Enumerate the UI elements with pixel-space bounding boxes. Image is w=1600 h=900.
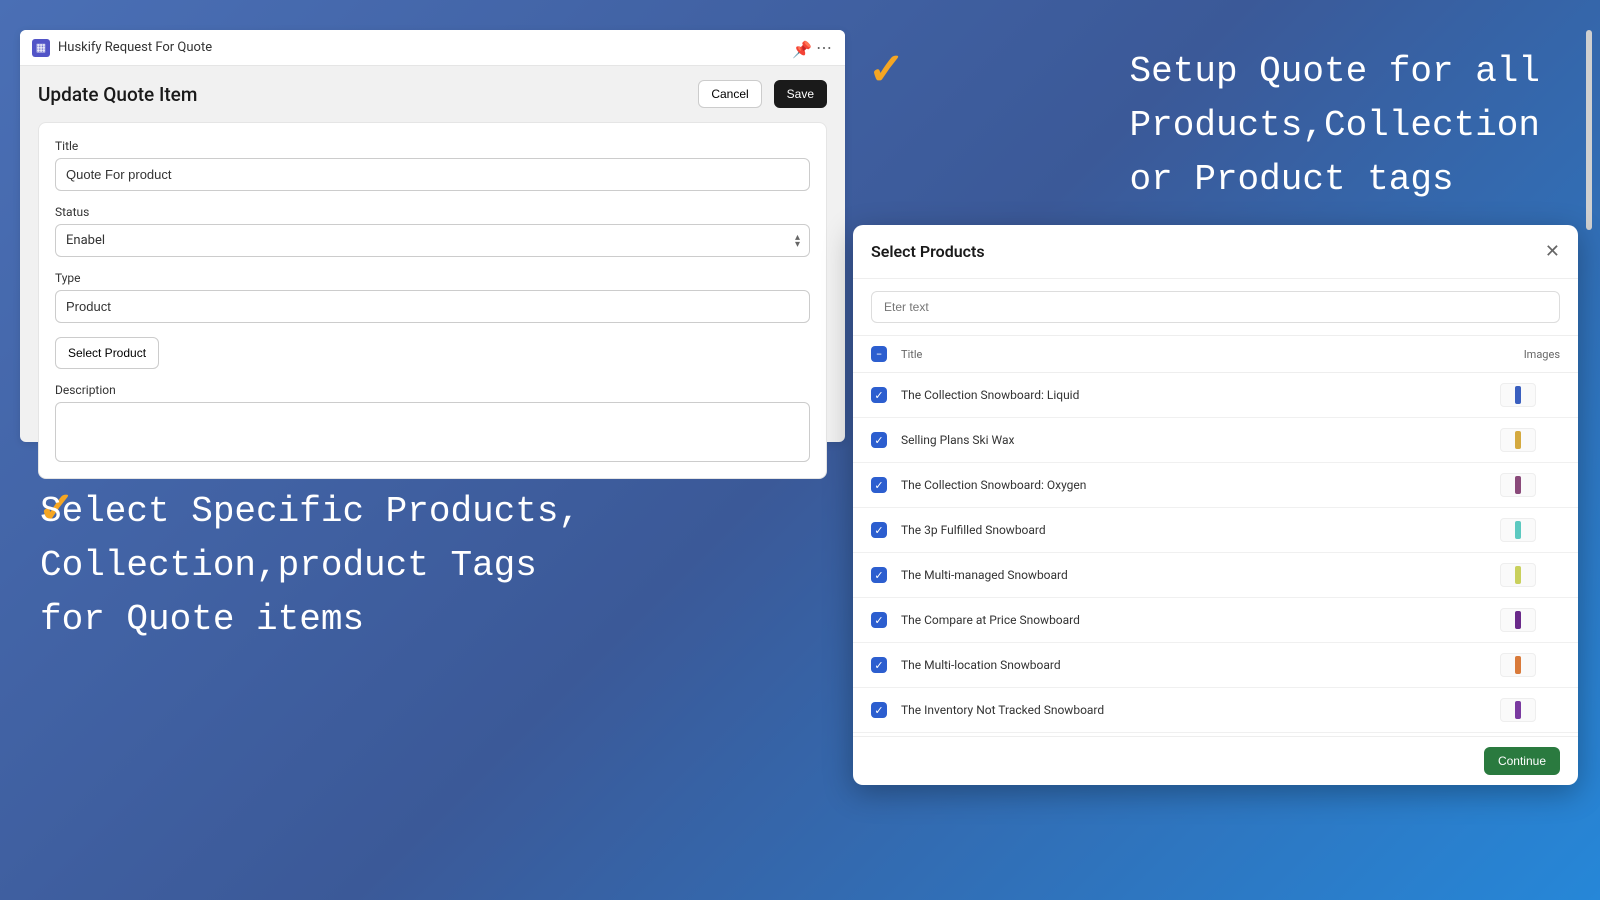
pin-icon[interactable]: 📌 bbox=[792, 40, 808, 56]
title-input[interactable] bbox=[55, 158, 810, 191]
table-row[interactable]: ✓ Selling Plans Ski Wax bbox=[853, 418, 1578, 463]
select-product-button[interactable]: Select Product bbox=[55, 337, 159, 369]
row-checkbox[interactable]: ✓ bbox=[871, 522, 887, 538]
status-label: Status bbox=[55, 205, 810, 219]
admin-panel: ▦ Huskify Request For Quote 📌 ⋯ Update Q… bbox=[20, 30, 845, 442]
callout-text: Select Specific Products, Collection,pro… bbox=[40, 485, 580, 647]
product-thumbnail bbox=[1500, 653, 1536, 677]
description-textarea[interactable] bbox=[55, 402, 810, 462]
check-icon: ✓ bbox=[868, 43, 905, 95]
table-row[interactable]: ✓ The Collection Snowboard: Oxygen bbox=[853, 463, 1578, 508]
product-name: The Multi-location Snowboard bbox=[901, 658, 1500, 672]
table-row[interactable]: ✓ The Multi-managed Snowboard bbox=[853, 553, 1578, 598]
modal-header: Select Products ✕ bbox=[853, 225, 1578, 279]
page-title: Update Quote Item bbox=[38, 83, 197, 106]
chevron-updown-icon: ▴▾ bbox=[795, 234, 800, 248]
table-row[interactable]: ✓ The Inventory Not Tracked Snowboard bbox=[853, 688, 1578, 733]
product-name: The Inventory Not Tracked Snowboard bbox=[901, 703, 1500, 717]
save-button[interactable]: Save bbox=[774, 80, 827, 108]
table-row[interactable]: ✓ The 3p Fulfilled Snowboard bbox=[853, 508, 1578, 553]
product-thumbnail bbox=[1500, 383, 1536, 407]
column-images: Images bbox=[1500, 348, 1560, 361]
product-name: The Compare at Price Snowboard bbox=[901, 613, 1500, 627]
type-input[interactable] bbox=[55, 290, 810, 323]
table-row[interactable]: ✓ The Multi-location Snowboard bbox=[853, 643, 1578, 688]
product-name: The Multi-managed Snowboard bbox=[901, 568, 1500, 582]
table-row[interactable]: ✓ The Collection Snowboard: Liquid bbox=[853, 373, 1578, 418]
title-label: Title bbox=[55, 139, 810, 153]
row-checkbox[interactable]: ✓ bbox=[871, 477, 887, 493]
continue-button[interactable]: Continue bbox=[1484, 747, 1560, 775]
row-checkbox[interactable]: ✓ bbox=[871, 612, 887, 628]
callout-line: Products,Collection bbox=[1130, 99, 1540, 153]
product-list[interactable]: ✓ The Collection Snowboard: Liquid ✓ Sellin… bbox=[853, 373, 1578, 736]
product-thumbnail bbox=[1500, 518, 1536, 542]
app-title: Huskify Request For Quote bbox=[58, 40, 792, 55]
callout-line: Setup Quote for all bbox=[1130, 45, 1540, 99]
table-header: − Title Images bbox=[853, 335, 1578, 373]
app-header: ▦ Huskify Request For Quote 📌 ⋯ bbox=[20, 30, 845, 66]
row-checkbox[interactable]: ✓ bbox=[871, 432, 887, 448]
close-icon[interactable]: ✕ bbox=[1545, 241, 1560, 262]
product-thumbnail bbox=[1500, 698, 1536, 722]
type-label: Type bbox=[55, 271, 810, 285]
page-scrollbar[interactable] bbox=[1586, 30, 1592, 230]
product-thumbnail bbox=[1500, 473, 1536, 497]
description-label: Description bbox=[55, 383, 810, 397]
product-thumbnail bbox=[1500, 563, 1536, 587]
more-icon[interactable]: ⋯ bbox=[816, 38, 833, 57]
modal-footer: Continue bbox=[853, 736, 1578, 785]
modal-search-wrap bbox=[853, 279, 1578, 335]
row-checkbox[interactable]: ✓ bbox=[871, 702, 887, 718]
page-header: Update Quote Item Cancel Save bbox=[20, 66, 845, 122]
select-products-modal: Select Products ✕ − Title Images ✓ The Co… bbox=[853, 225, 1578, 785]
callout-line: for Quote items bbox=[40, 593, 580, 647]
product-name: Selling Plans Ski Wax bbox=[901, 433, 1500, 447]
product-name: The Collection Snowboard: Liquid bbox=[901, 388, 1500, 402]
row-checkbox[interactable]: ✓ bbox=[871, 567, 887, 583]
table-row[interactable]: ✓ The Compare at Price Snowboard bbox=[853, 598, 1578, 643]
select-all-checkbox[interactable]: − bbox=[871, 346, 887, 362]
cancel-button[interactable]: Cancel bbox=[698, 80, 761, 108]
callout-text: Setup Quote for all Products,Collection … bbox=[1130, 45, 1540, 207]
form-card: Title Status Enabel ▴▾ Type Select Produ… bbox=[38, 122, 827, 479]
product-name: The 3p Fulfilled Snowboard bbox=[901, 523, 1500, 537]
callout-line: or Product tags bbox=[1130, 153, 1540, 207]
search-input[interactable] bbox=[871, 291, 1560, 323]
product-thumbnail bbox=[1500, 608, 1536, 632]
status-select[interactable]: Enabel bbox=[55, 224, 810, 257]
product-thumbnail bbox=[1500, 428, 1536, 452]
row-checkbox[interactable]: ✓ bbox=[871, 387, 887, 403]
callout-line: Collection,product Tags bbox=[40, 539, 580, 593]
row-checkbox[interactable]: ✓ bbox=[871, 657, 887, 673]
callout-line: Select Specific Products, bbox=[40, 485, 580, 539]
column-title: Title bbox=[901, 348, 1500, 361]
modal-title: Select Products bbox=[871, 242, 985, 261]
app-icon: ▦ bbox=[32, 39, 50, 57]
product-name: The Collection Snowboard: Oxygen bbox=[901, 478, 1500, 492]
